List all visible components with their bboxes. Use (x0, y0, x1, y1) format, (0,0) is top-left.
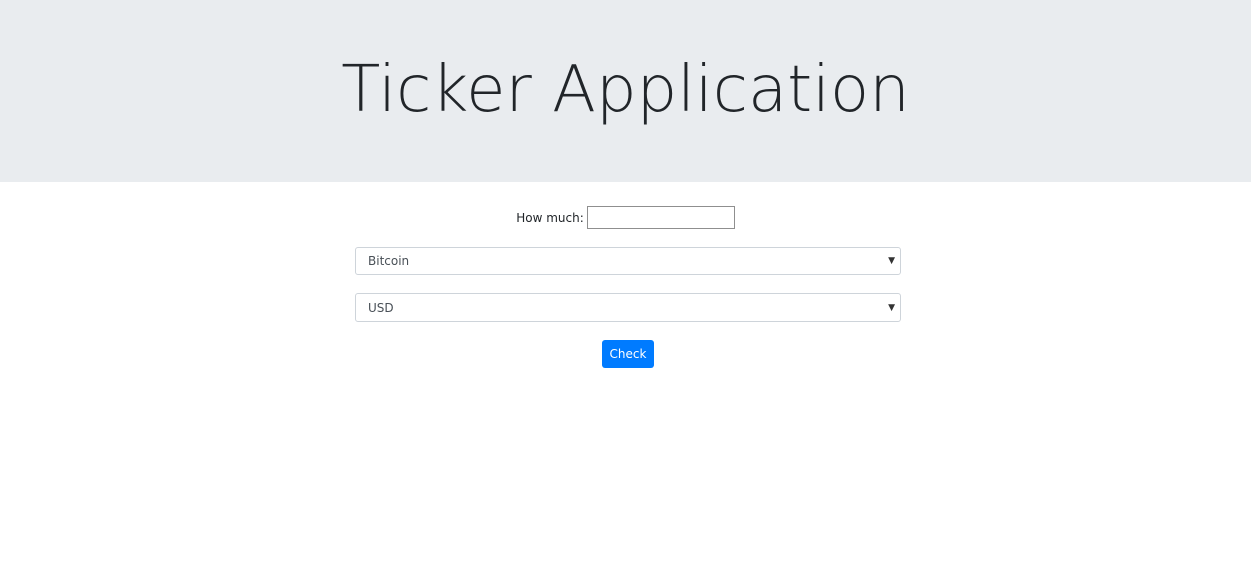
amount-label: How much: (516, 210, 584, 225)
ticker-form: How much: Bitcoin ▼ USD ▼ Check (0, 182, 1251, 577)
header-jumbotron: Ticker Application (0, 0, 1251, 182)
amount-row: How much: (0, 206, 1251, 229)
chevron-down-icon: ▼ (888, 302, 895, 313)
check-button[interactable]: Check (602, 340, 654, 368)
currency-select-value: USD (368, 300, 394, 315)
crypto-select[interactable]: Bitcoin ▼ (355, 247, 901, 275)
page-title: Ticker Application (341, 53, 910, 127)
currency-select[interactable]: USD ▼ (355, 293, 901, 322)
crypto-select-value: Bitcoin (368, 254, 410, 268)
amount-input[interactable] (586, 206, 735, 229)
chevron-down-icon: ▼ (888, 256, 895, 266)
